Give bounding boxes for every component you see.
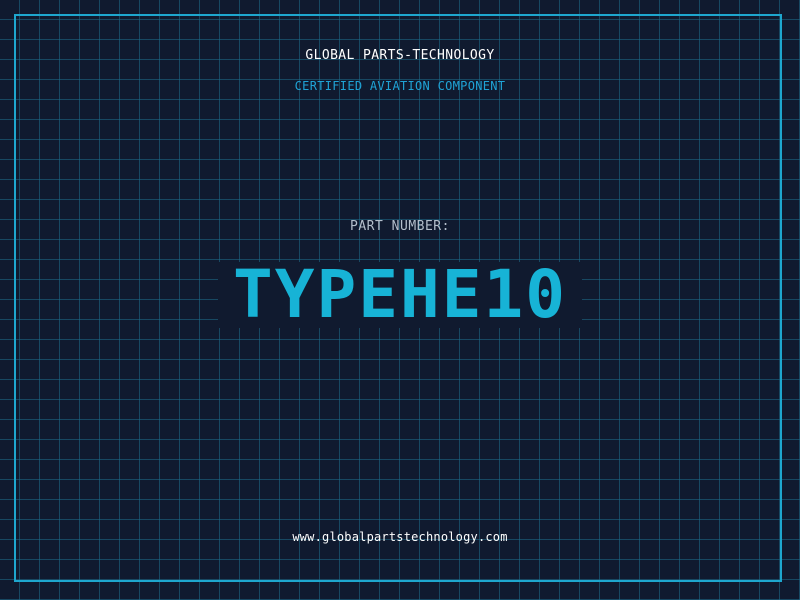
part-number-value: TYPEHE10 [233, 256, 567, 333]
certification-subtitle: CERTIFIED AVIATION COMPONENT [294, 79, 506, 93]
website-url: www.globalpartstechnology.com [292, 530, 508, 544]
part-number-label: PART NUMBER: [350, 219, 450, 234]
part-number-panel: TYPEHE10 [218, 262, 582, 328]
certificate-card: GLOBAL PARTS-TECHNOLOGY CERTIFIED AVIATI… [0, 0, 800, 600]
company-name: GLOBAL PARTS-TECHNOLOGY [305, 48, 495, 63]
